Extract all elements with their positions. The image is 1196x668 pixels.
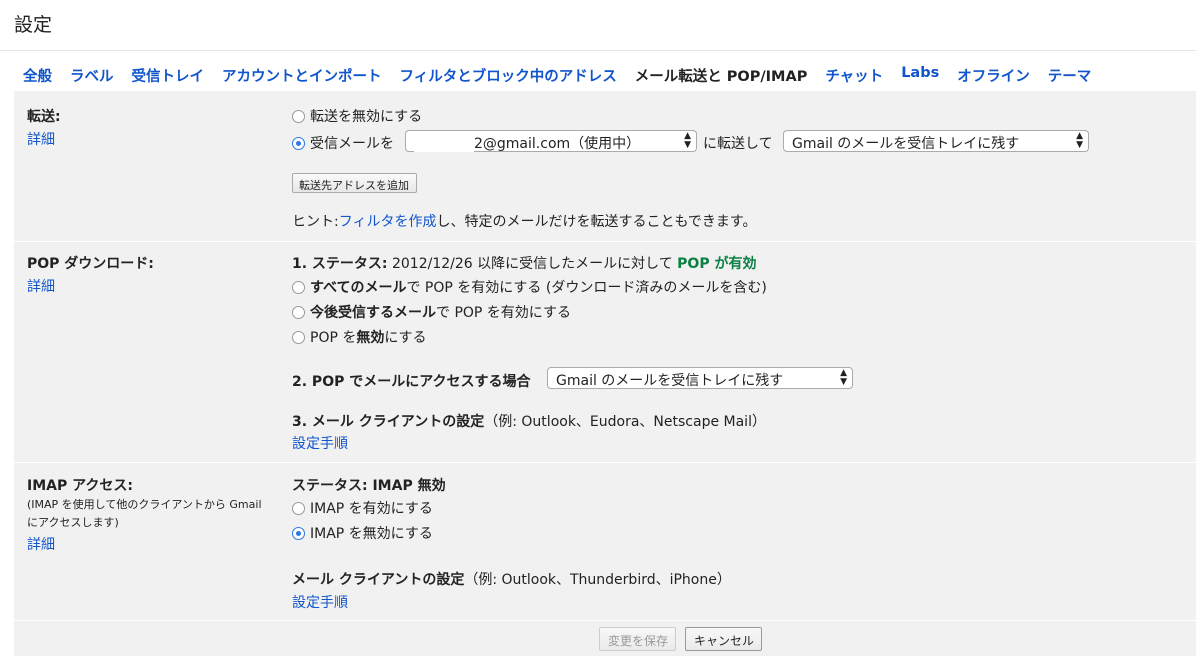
imap-disable-option[interactable]: IMAP を無効にする bbox=[292, 523, 433, 543]
radio-button[interactable] bbox=[292, 109, 305, 123]
option-label: で POP を有効にする (ダウンロード済みのメールを含む) bbox=[406, 280, 767, 296]
forwarding-hint: ヒント: フィルタを作成 し、特定のメールだけを転送することもできます。 bbox=[292, 211, 757, 231]
pop-status: 1. ステータス: 2012/12/26 以降に受信したメールに対して POP … bbox=[292, 253, 756, 273]
pop-future-mail-option[interactable]: 今後受信するメール で POP を有効にする bbox=[292, 302, 571, 322]
imap-enable-option[interactable]: IMAP を有効にする bbox=[292, 498, 433, 518]
imap-client-setup: メール クライアントの設定 （例: Outlook、Thunderbird、iP… bbox=[292, 569, 731, 589]
radio-button-selected[interactable] bbox=[292, 136, 305, 150]
radio-button[interactable] bbox=[292, 501, 305, 515]
option-label: IMAP を有効にする bbox=[310, 501, 433, 517]
redacted-area bbox=[414, 136, 474, 152]
hint-prefix: ヒント: bbox=[292, 214, 339, 230]
page-title: 設定 bbox=[14, 14, 53, 36]
title-divider bbox=[0, 50, 1196, 51]
option-label: で POP を有効にする bbox=[436, 305, 571, 321]
pop-status-heading: 1. ステータス: bbox=[292, 256, 388, 272]
radio-button-selected[interactable] bbox=[292, 526, 305, 540]
tab-themes[interactable]: テーマ bbox=[1039, 60, 1101, 90]
forwarding-disable-option[interactable]: 転送を無効にする bbox=[292, 106, 422, 126]
forwarding-label: 転送: bbox=[27, 109, 61, 125]
option-label-bold: 今後受信するメール bbox=[310, 305, 436, 321]
imap-note: (IMAP を使用して他のクライアントから Gmail にアクセスします) bbox=[27, 498, 262, 529]
forward-keep-select[interactable]: Gmail のメールを受信トレイに残す ▲ ▼ bbox=[783, 130, 1089, 152]
forward-address-select[interactable]: 2@gmail.com（使用中） ▲ ▼ bbox=[405, 130, 697, 152]
pop-access-heading: 2. POP でメールにアクセスする場合 bbox=[292, 371, 531, 391]
pop-status-value: POP が有効 bbox=[677, 256, 757, 272]
tab-forwarding-pop-imap[interactable]: メール転送と POP/IMAP bbox=[625, 60, 817, 90]
section-divider bbox=[14, 241, 1196, 242]
option-label: POP を bbox=[310, 330, 357, 346]
select-arrows-icon: ▲ ▼ bbox=[1076, 131, 1083, 150]
select-arrows-icon: ▲ ▼ bbox=[684, 131, 691, 150]
forward-keep-value: Gmail のメールを受信トレイに残す bbox=[792, 136, 1020, 152]
option-label-bold: すべてのメール bbox=[310, 280, 407, 296]
tab-offline[interactable]: オフライン bbox=[948, 60, 1039, 90]
radio-button[interactable] bbox=[292, 280, 305, 294]
section-divider bbox=[14, 620, 1196, 621]
tab-inbox[interactable]: 受信トレイ bbox=[123, 60, 214, 90]
imap-client-examples: （例: Outlook、Thunderbird、iPhone） bbox=[464, 572, 731, 588]
radio-button[interactable] bbox=[292, 305, 305, 319]
tab-labs[interactable]: Labs bbox=[892, 60, 948, 90]
option-label: IMAP を無効にする bbox=[310, 526, 433, 542]
add-forwarding-address-button[interactable]: 転送先アドレスを追加 bbox=[292, 173, 417, 193]
create-filter-link[interactable]: フィルタを作成 bbox=[339, 211, 437, 231]
forward-address-value: 2@gmail.com（使用中） bbox=[474, 136, 641, 152]
imap-details-link[interactable]: 詳細 bbox=[27, 534, 55, 554]
pop-access-select[interactable]: Gmail のメールを受信トレイに残す ▲ ▼ bbox=[547, 367, 853, 389]
tab-filters[interactable]: フィルタとブロック中のアドレス bbox=[391, 60, 626, 90]
save-changes-button[interactable]: 変更を保存 bbox=[599, 627, 676, 651]
select-arrows-icon: ▲ ▼ bbox=[840, 368, 847, 387]
tab-general[interactable]: 全般 bbox=[14, 60, 61, 90]
pop-all-mail-option[interactable]: すべてのメール で POP を有効にする (ダウンロード済みのメールを含む) bbox=[292, 277, 767, 297]
imap-setup-instructions-link[interactable]: 設定手順 bbox=[292, 592, 348, 612]
option-label: 転送を無効にする bbox=[310, 109, 423, 125]
section-divider bbox=[14, 462, 1196, 463]
option-label: 受信メールを bbox=[310, 136, 394, 152]
pop-label: POP ダウンロード: bbox=[27, 256, 154, 272]
option-label: にする bbox=[384, 330, 427, 346]
pop-client-examples: （例: Outlook、Eudora、Netscape Mail） bbox=[484, 414, 766, 430]
imap-status-text: ステータス: IMAP 無効 bbox=[292, 478, 446, 494]
imap-label: IMAP アクセス: bbox=[27, 478, 134, 494]
imap-client-heading: メール クライアントの設定 bbox=[292, 572, 465, 588]
cancel-button[interactable]: キャンセル bbox=[685, 627, 762, 651]
pop-disable-option[interactable]: POP を 無効 にする bbox=[292, 327, 427, 347]
tab-accounts[interactable]: アカウントとインポート bbox=[213, 60, 391, 90]
forwarding-enable-option[interactable]: 受信メールを bbox=[292, 133, 394, 153]
hint-suffix: し、特定のメールだけを転送することもできます。 bbox=[436, 214, 757, 230]
pop-access-heading-text: 2. POP でメールにアクセスする場合 bbox=[292, 374, 531, 390]
pop-client-heading: 3. メール クライアントの設定 bbox=[292, 414, 485, 430]
pop-setup-instructions-link[interactable]: 設定手順 bbox=[292, 433, 348, 453]
pop-details-link[interactable]: 詳細 bbox=[27, 276, 55, 296]
settings-tabs: 全般 ラベル 受信トレイ アカウントとインポート フィルタとブロック中のアドレス… bbox=[14, 60, 1100, 90]
imap-status: ステータス: IMAP 無効 bbox=[292, 475, 446, 495]
pop-client-setup: 3. メール クライアントの設定 （例: Outlook、Eudora、Nets… bbox=[292, 411, 766, 431]
option-label-bold: 無効 bbox=[356, 330, 385, 346]
pop-status-text: 2012/12/26 以降に受信したメールに対して bbox=[387, 256, 678, 272]
forwarding-details-link[interactable]: 詳細 bbox=[27, 129, 55, 149]
pop-access-value: Gmail のメールを受信トレイに残す bbox=[556, 373, 784, 389]
forward-mid-text: に転送して bbox=[703, 136, 773, 152]
tab-chat[interactable]: チャット bbox=[816, 60, 892, 90]
tab-labels[interactable]: ラベル bbox=[61, 60, 123, 90]
radio-button[interactable] bbox=[292, 330, 305, 344]
